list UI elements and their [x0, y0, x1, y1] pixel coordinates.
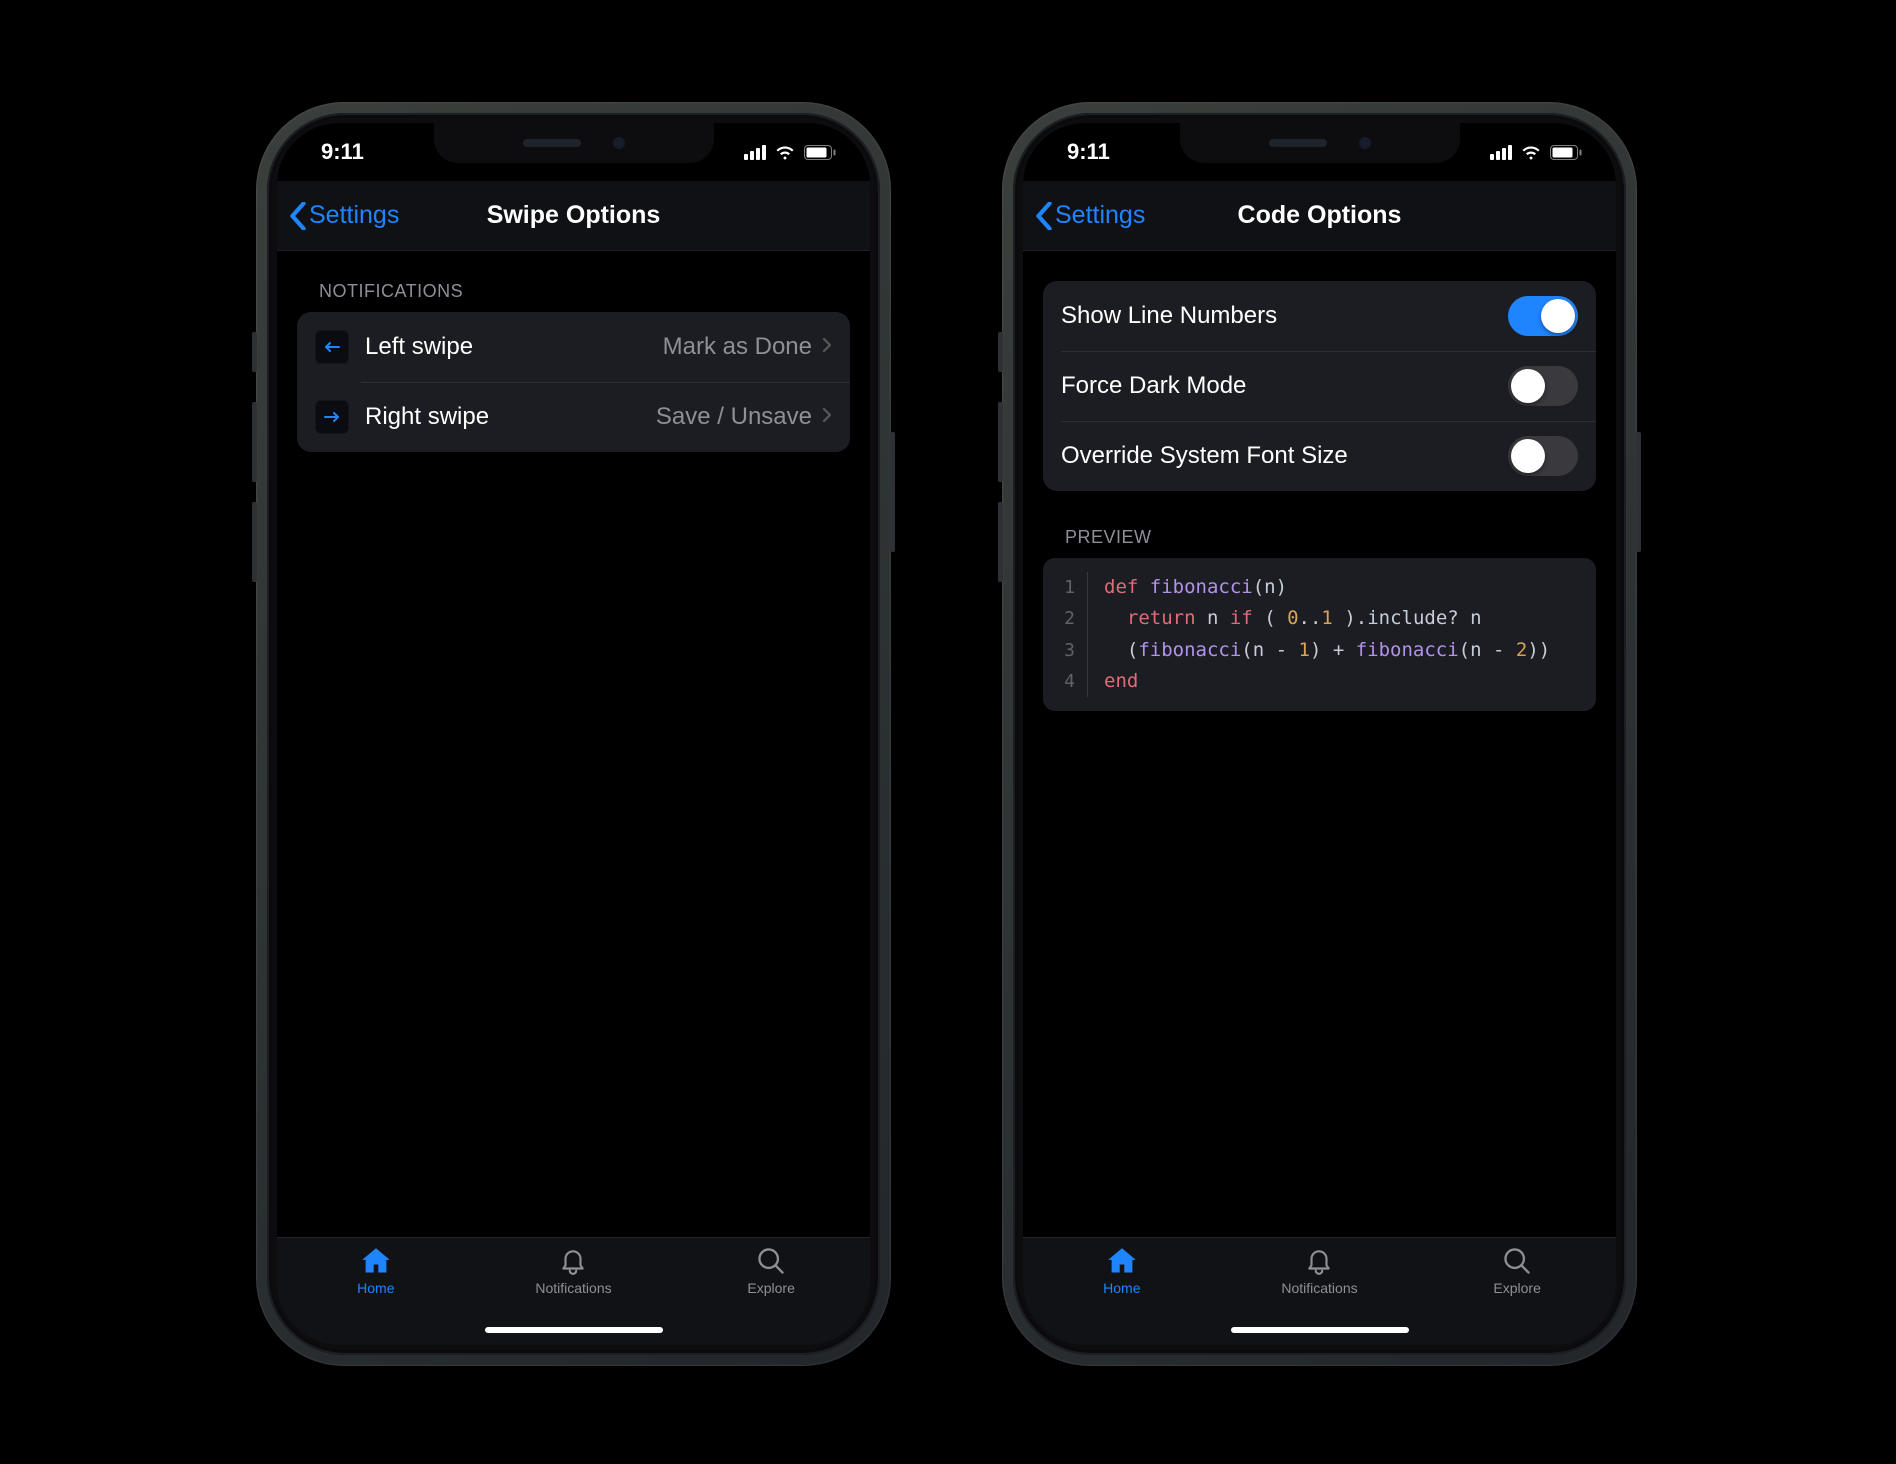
tab-label: Explore — [747, 1280, 794, 1296]
home-icon — [359, 1246, 393, 1276]
notch — [1180, 123, 1460, 163]
page-title: Swipe Options — [487, 201, 661, 230]
toggle-label: Override System Font Size — [1061, 442, 1508, 470]
tab-label: Home — [357, 1280, 394, 1296]
battery-icon — [804, 145, 836, 160]
arrow-left-icon — [315, 330, 349, 364]
line-number: 2 — [1053, 603, 1075, 634]
tab-label: Explore — [1493, 1280, 1540, 1296]
tab-label: Home — [1103, 1280, 1140, 1296]
code-preview: 1 def fibonacci(n) 2 return n if ( 0..1 … — [1043, 558, 1596, 711]
status-time: 9:11 — [1067, 139, 1110, 165]
home-indicator[interactable] — [485, 1327, 663, 1333]
nav-bar: Settings Code Options — [1023, 181, 1616, 251]
bell-icon — [556, 1246, 590, 1276]
row-show-line-numbers: Show Line Numbers — [1043, 281, 1596, 351]
page-title: Code Options — [1238, 201, 1402, 230]
phone-frame-left: 9:11 Settings Swipe Options NOTIFI — [256, 102, 891, 1366]
tab-explore[interactable]: Explore — [711, 1246, 831, 1296]
battery-icon — [1550, 145, 1582, 160]
swipe-options-list: Left swipe Mark as Done Right swipe S — [297, 312, 850, 452]
search-icon — [1500, 1246, 1534, 1276]
row-force-dark-mode: Force Dark Mode — [1043, 351, 1596, 421]
line-number: 1 — [1053, 572, 1075, 603]
tab-bar: Home Notifications Explore — [1023, 1237, 1616, 1345]
tab-label: Notifications — [1281, 1280, 1357, 1296]
search-icon — [754, 1246, 788, 1276]
code-options-list: Show Line Numbers Force Dark Mode Overri… — [1043, 281, 1596, 491]
tab-home[interactable]: Home — [316, 1246, 436, 1296]
tab-explore[interactable]: Explore — [1457, 1246, 1577, 1296]
row-label: Right swipe — [365, 403, 656, 431]
tab-notifications[interactable]: Notifications — [513, 1246, 633, 1296]
row-right-swipe[interactable]: Right swipe Save / Unsave — [297, 382, 850, 452]
section-header-preview: PREVIEW — [1043, 527, 1596, 558]
code-line: 4 end — [1053, 666, 1582, 697]
back-button[interactable]: Settings — [1035, 201, 1145, 230]
row-left-swipe[interactable]: Left swipe Mark as Done — [297, 312, 850, 382]
toggle-label: Force Dark Mode — [1061, 372, 1508, 400]
status-time: 9:11 — [321, 139, 364, 165]
back-button[interactable]: Settings — [289, 201, 399, 230]
toggle-label: Show Line Numbers — [1061, 302, 1508, 330]
chevron-right-icon — [822, 337, 832, 358]
section-header-notifications: NOTIFICATIONS — [297, 281, 850, 312]
toggle-override-font-size[interactable] — [1508, 436, 1578, 476]
line-number: 4 — [1053, 666, 1075, 697]
row-value: Save / Unsave — [656, 403, 812, 431]
home-indicator[interactable] — [1231, 1327, 1409, 1333]
code-line: 3 (fibonacci(n - 1) + fibonacci(n - 2)) — [1053, 635, 1582, 666]
tab-bar: Home Notifications Explore — [277, 1237, 870, 1345]
tab-label: Notifications — [535, 1280, 611, 1296]
code-line: 1 def fibonacci(n) — [1053, 572, 1582, 603]
nav-bar: Settings Swipe Options — [277, 181, 870, 251]
phone-frame-right: 9:11 Settings Code Options — [1002, 102, 1637, 1366]
back-label: Settings — [1055, 201, 1145, 230]
chevron-left-icon — [1035, 202, 1053, 230]
bell-icon — [1302, 1246, 1336, 1276]
wifi-icon — [774, 144, 796, 160]
chevron-left-icon — [289, 202, 307, 230]
chevron-right-icon — [822, 407, 832, 428]
line-number: 3 — [1053, 635, 1075, 666]
cellular-icon — [1490, 144, 1512, 160]
row-value: Mark as Done — [663, 333, 812, 361]
wifi-icon — [1520, 144, 1542, 160]
back-label: Settings — [309, 201, 399, 230]
row-override-font-size: Override System Font Size — [1043, 421, 1596, 491]
home-icon — [1105, 1246, 1139, 1276]
notch — [434, 123, 714, 163]
toggle-show-line-numbers[interactable] — [1508, 296, 1578, 336]
row-label: Left swipe — [365, 333, 663, 361]
tab-notifications[interactable]: Notifications — [1259, 1246, 1379, 1296]
arrow-right-icon — [315, 400, 349, 434]
toggle-force-dark-mode[interactable] — [1508, 366, 1578, 406]
cellular-icon — [744, 144, 766, 160]
code-line: 2 return n if ( 0..1 ).include? n — [1053, 603, 1582, 634]
tab-home[interactable]: Home — [1062, 1246, 1182, 1296]
